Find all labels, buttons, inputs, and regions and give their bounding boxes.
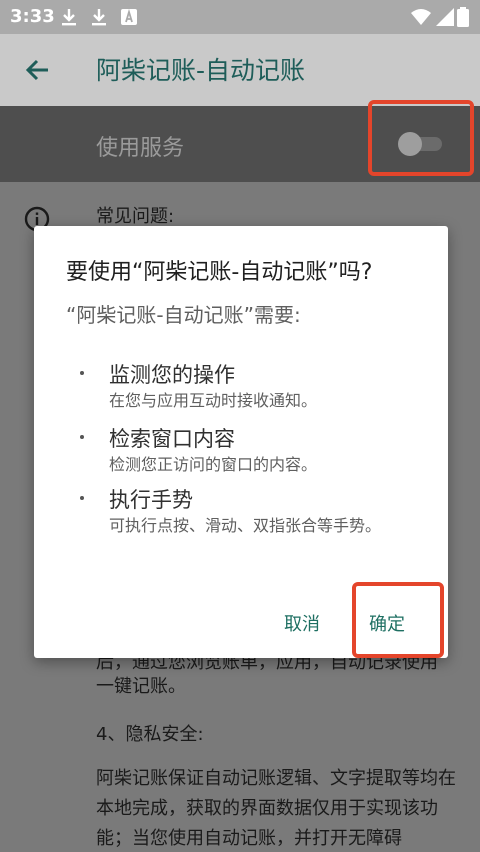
signal-icon bbox=[436, 8, 454, 26]
status-time: 3:33 bbox=[10, 6, 55, 27]
dialog-subtitle: “阿柴记账-自动记账”需要: bbox=[66, 303, 301, 327]
permission-title: 执行手势 bbox=[109, 488, 193, 512]
permission-description: 检测您正访问的窗口的内容。 bbox=[109, 455, 318, 474]
highlight-box-ok bbox=[352, 582, 444, 658]
download-icon bbox=[92, 9, 106, 26]
dialog-title: 要使用“阿柴记账-自动记账”吗? bbox=[66, 260, 373, 285]
highlight-box-toggle bbox=[368, 100, 474, 176]
permission-description: 可执行点按、滑动、双指张合等手势。 bbox=[109, 516, 382, 535]
privacy-heading: 4、隐私安全: bbox=[96, 724, 204, 745]
battery-icon bbox=[457, 7, 469, 27]
download-icon bbox=[62, 9, 76, 26]
permission-title: 监测您的操作 bbox=[109, 363, 235, 387]
keyboard-icon bbox=[121, 8, 137, 25]
wifi-icon bbox=[411, 9, 431, 25]
use-service-label: 使用服务 bbox=[96, 136, 185, 161]
arrow-left-icon[interactable] bbox=[22, 54, 54, 86]
bullet-icon bbox=[80, 496, 84, 500]
bg-partial-line: 一键记账。 bbox=[96, 676, 186, 697]
app-bar: 阿柴记账-自动记账 bbox=[0, 34, 480, 106]
bullet-icon bbox=[80, 371, 84, 375]
permission-description: 在您与应用互动时接收通知。 bbox=[109, 391, 318, 410]
permission-title: 检索窗口内容 bbox=[109, 427, 235, 451]
page-title: 阿柴记账-自动记账 bbox=[96, 56, 306, 85]
cancel-button[interactable]: 取消 bbox=[284, 610, 320, 636]
bullet-icon bbox=[80, 435, 84, 439]
status-bar: 3:33 bbox=[0, 0, 480, 34]
privacy-paragraph: 阿柴记账保证自动记账逻辑、文字提取等均在本地完成，获取的界面数据仅用于实现该功能… bbox=[96, 768, 456, 849]
